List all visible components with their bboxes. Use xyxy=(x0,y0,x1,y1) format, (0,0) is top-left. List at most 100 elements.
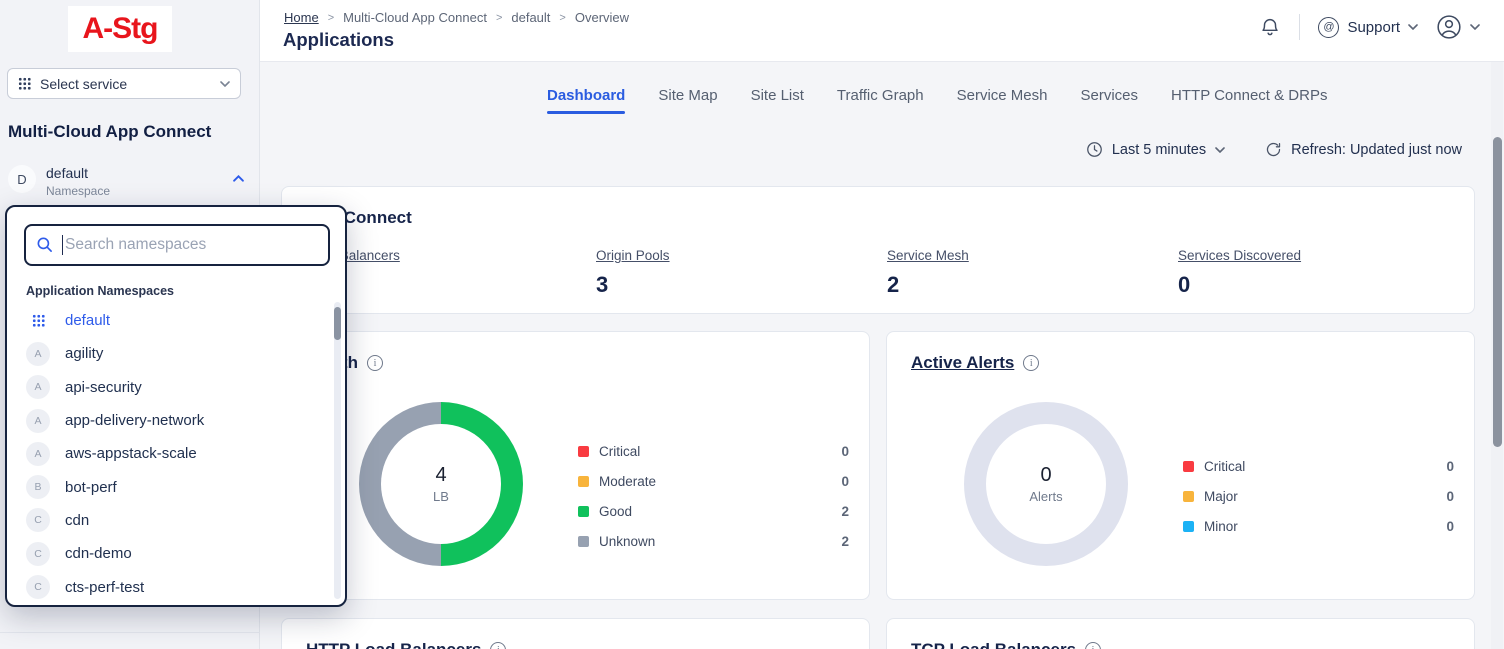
namespace-initial-avatar: C xyxy=(26,575,50,599)
app-connect-summary-card: App Connect Load Balancers Origin Pools … xyxy=(281,186,1475,314)
tab-dashboard[interactable]: Dashboard xyxy=(547,87,625,114)
namespace-avatar: D xyxy=(8,165,36,193)
breadcrumb-home[interactable]: Home xyxy=(284,10,319,25)
chevron-down-icon xyxy=(220,81,230,87)
breadcrumb-overview[interactable]: Overview xyxy=(575,10,629,25)
namespace-item-app-delivery-network[interactable]: A app-delivery-network xyxy=(26,404,319,437)
breadcrumb-service[interactable]: Multi-Cloud App Connect xyxy=(343,10,487,25)
info-icon[interactable]: i xyxy=(367,355,383,371)
namespace-initial-avatar: C xyxy=(26,542,50,566)
legend-label: Moderate xyxy=(599,474,841,489)
legend-row-major: Major 0 xyxy=(1183,481,1454,511)
text-caret xyxy=(62,235,63,255)
namespace-item-aws-appstack-scale[interactable]: A aws-appstack-scale xyxy=(26,437,319,470)
active-alerts-card-title: Active Alerts i xyxy=(911,353,1039,373)
info-icon[interactable]: i xyxy=(1023,355,1039,371)
breadcrumb-separator: > xyxy=(496,12,502,24)
namespace-initial-avatar: A xyxy=(26,409,50,433)
refresh-button[interactable]: Refresh: Updated just now xyxy=(1265,141,1462,158)
support-menu[interactable]: @ Support xyxy=(1318,17,1418,38)
topbar-actions: @ Support xyxy=(1259,14,1480,40)
namespace-item-cdn-demo[interactable]: C cdn-demo xyxy=(26,537,319,570)
breadcrumb-namespace[interactable]: default xyxy=(511,10,550,25)
namespace-name: default xyxy=(46,165,88,181)
info-icon[interactable]: i xyxy=(490,642,506,649)
namespace-item-bot-perf[interactable]: B bot-perf xyxy=(26,470,319,503)
legend-value: 0 xyxy=(1446,489,1454,504)
tab-traffic-graph[interactable]: Traffic Graph xyxy=(837,87,924,114)
stat-origin-pools: Origin Pools 3 xyxy=(596,248,882,298)
grid-icon xyxy=(26,309,50,333)
legend-value: 2 xyxy=(841,504,849,519)
tab-site-list[interactable]: Site List xyxy=(751,87,804,114)
account-menu[interactable] xyxy=(1436,14,1480,40)
namespace-group-label: Application Namespaces xyxy=(26,284,174,298)
refresh-status-label: Refresh: Updated just now xyxy=(1291,142,1462,158)
stat-origin-pools-link[interactable]: Origin Pools xyxy=(596,248,882,263)
breadcrumb-separator: > xyxy=(559,12,565,24)
support-at-icon: @ xyxy=(1318,17,1339,38)
health-legend: Critical 0 Moderate 0 Good 2 Unknown 2 xyxy=(578,436,849,556)
legend-value: 0 xyxy=(841,444,849,459)
search-icon xyxy=(36,236,54,254)
namespace-item-cdn[interactable]: C cdn xyxy=(26,504,319,537)
namespace-item-label: cdn xyxy=(65,512,89,529)
namespace-dropdown-panel: Application Namespaces default A agility… xyxy=(5,205,347,607)
dropdown-scrollbar-thumb[interactable] xyxy=(334,307,341,340)
dropdown-scrollbar-track[interactable] xyxy=(334,302,341,599)
time-range-label: Last 5 minutes xyxy=(1112,142,1206,158)
legend-row-unknown: Unknown 2 xyxy=(578,526,849,556)
namespace-search-input[interactable] xyxy=(65,236,318,254)
tab-site-map[interactable]: Site Map xyxy=(658,87,717,114)
namespace-type-label: Namespace xyxy=(46,184,110,198)
legend-row-critical: Critical 0 xyxy=(1183,451,1454,481)
page-scrollbar-thumb[interactable] xyxy=(1493,137,1502,447)
namespace-item-label: api-security xyxy=(65,379,142,396)
namespace-item-cts-perf-test[interactable]: C cts-perf-test xyxy=(26,570,319,603)
namespace-selector[interactable]: D default Namespace xyxy=(8,163,248,199)
app-root: Home > Multi-Cloud App Connect > default… xyxy=(0,0,1504,649)
legend-row-minor: Minor 0 xyxy=(1183,511,1454,541)
critical-swatch-icon xyxy=(1183,461,1194,472)
health-card: Health i 4 LB Critical 0 Moderate 0 Good xyxy=(281,331,870,600)
info-icon[interactable]: i xyxy=(1085,642,1101,649)
topbar-divider xyxy=(1299,14,1300,40)
sidebar-divider xyxy=(0,632,260,633)
tab-service-mesh[interactable]: Service Mesh xyxy=(957,87,1048,114)
alerts-donut-chart: 0 Alerts xyxy=(964,402,1128,566)
tab-services[interactable]: Services xyxy=(1081,87,1139,114)
alerts-legend: Critical 0 Major 0 Minor 0 xyxy=(1183,451,1454,541)
namespace-item-api-security[interactable]: A api-security xyxy=(26,371,319,404)
namespace-item-agility[interactable]: A agility xyxy=(26,337,319,370)
http-load-balancers-title: HTTP Load Balancers i xyxy=(306,640,506,649)
tab-http-connect-drps[interactable]: HTTP Connect & DRPs xyxy=(1171,87,1327,114)
health-donut-center-value: 4 xyxy=(435,464,446,487)
stat-service-mesh-link[interactable]: Service Mesh xyxy=(887,248,1173,263)
namespace-search-box[interactable] xyxy=(24,224,330,266)
notifications-bell-icon[interactable] xyxy=(1259,15,1281,39)
active-alerts-link[interactable]: Active Alerts xyxy=(911,353,1014,373)
namespace-initial-avatar: C xyxy=(26,508,50,532)
unknown-swatch-icon xyxy=(578,536,589,547)
legend-row-critical: Critical 0 xyxy=(578,436,849,466)
namespace-item-default[interactable]: default xyxy=(26,304,319,337)
stat-service-mesh-value: 2 xyxy=(887,272,1173,298)
legend-label: Critical xyxy=(1204,459,1446,474)
good-swatch-icon xyxy=(578,506,589,517)
stat-load-balancers-link[interactable]: Load Balancers xyxy=(306,248,592,263)
namespace-item-label: bot-perf xyxy=(65,479,117,496)
time-range-selector[interactable]: Last 5 minutes xyxy=(1086,141,1225,158)
health-donut-center-label: LB xyxy=(433,489,449,504)
top-bar: Home > Multi-Cloud App Connect > default… xyxy=(260,0,1504,62)
brand-logo[interactable]: A-Stg xyxy=(68,6,172,52)
breadcrumb: Home > Multi-Cloud App Connect > default… xyxy=(284,10,629,25)
stat-service-mesh: Service Mesh 2 xyxy=(887,248,1173,298)
grid-icon xyxy=(18,77,31,90)
namespace-list: default A agility A api-security A app-d… xyxy=(26,304,319,604)
select-service-dropdown[interactable]: Select service xyxy=(7,68,241,99)
alerts-donut-center-label: Alerts xyxy=(1029,489,1062,504)
tcp-load-balancers-title: TCP Load Balancers i xyxy=(911,640,1101,649)
stat-services-discovered-link[interactable]: Services Discovered xyxy=(1178,248,1464,263)
stat-services-discovered-value: 0 xyxy=(1178,272,1464,298)
legend-row-moderate: Moderate 0 xyxy=(578,466,849,496)
